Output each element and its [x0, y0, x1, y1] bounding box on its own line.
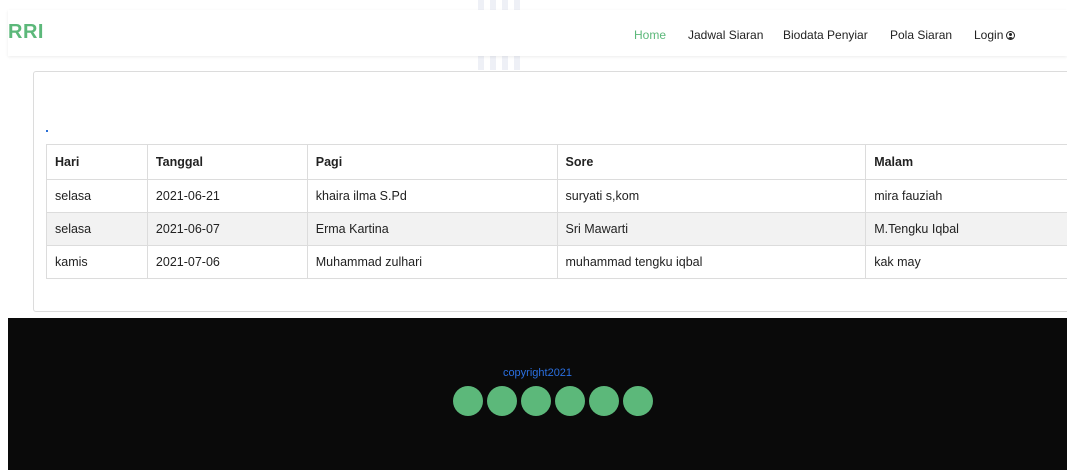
header-sore: Sore [556, 144, 867, 180]
table-row: selasa 2021-06-21 khaira ilma S.Pd surya… [46, 179, 1067, 213]
social-icon-1[interactable] [453, 386, 483, 416]
nav-login-label: Login [974, 28, 1004, 42]
social-icon-2[interactable] [487, 386, 517, 416]
nav-biodata-penyiar-link[interactable]: Biodata Penyiar [783, 28, 868, 42]
cell-hari: selasa [46, 179, 148, 213]
cell-pagi: khaira ilma S.Pd [306, 179, 558, 213]
page-footer: copyright2021 [8, 318, 1067, 470]
social-icon-5[interactable] [589, 386, 619, 416]
cell-hari: selasa [46, 212, 148, 246]
table-header-row: Hari Tanggal Pagi Sore Malam [46, 144, 1067, 180]
social-icon-3[interactable] [521, 386, 551, 416]
cell-sore: Sri Mawarti [556, 212, 867, 246]
cell-sore: suryati s,kom [556, 179, 867, 213]
cell-pagi: Erma Kartina [306, 212, 558, 246]
nav-home-link[interactable]: Home [634, 28, 666, 42]
cell-malam: M.Tengku Iqbal [865, 212, 1067, 246]
cell-tanggal: 2021-06-07 [146, 212, 308, 246]
schedule-table: Hari Tanggal Pagi Sore Malam selasa 2021… [46, 144, 1067, 279]
cell-tanggal: 2021-07-06 [146, 245, 308, 279]
nav-jadwal-siaran-link[interactable]: Jadwal Siaran [688, 28, 763, 42]
table-row: selasa 2021-06-07 Erma Kartina Sri Mawar… [46, 212, 1067, 246]
user-circle-icon [1006, 31, 1016, 40]
header-hari: Hari [46, 144, 148, 180]
cell-malam: mira fauziah [865, 179, 1067, 213]
social-icon-4[interactable] [555, 386, 585, 416]
nav-login-link[interactable]: Login [974, 28, 1016, 42]
copyright-text: copyright2021 [502, 367, 573, 379]
main-nav: Home Jadwal Siaran Biodata Penyiar Pola … [8, 28, 1067, 44]
table-row: kamis 2021-07-06 Muhammad zulhari muhamm… [46, 245, 1067, 279]
small-dot-mark [46, 130, 48, 132]
header-pagi: Pagi [306, 144, 558, 180]
header-tanggal: Tanggal [146, 144, 308, 180]
cell-tanggal: 2021-06-21 [146, 179, 308, 213]
social-icon-6[interactable] [623, 386, 653, 416]
cell-hari: kamis [46, 245, 148, 279]
social-links [453, 386, 653, 416]
top-navbar: RRI Home Jadwal Siaran Biodata Penyiar P… [8, 10, 1067, 56]
cell-pagi: Muhammad zulhari [306, 245, 558, 279]
cell-malam: kak may [865, 245, 1067, 279]
nav-pola-siaran-link[interactable]: Pola Siaran [890, 28, 952, 42]
header-malam: Malam [865, 144, 1067, 180]
cell-sore: muhammad tengku iqbal [556, 245, 867, 279]
